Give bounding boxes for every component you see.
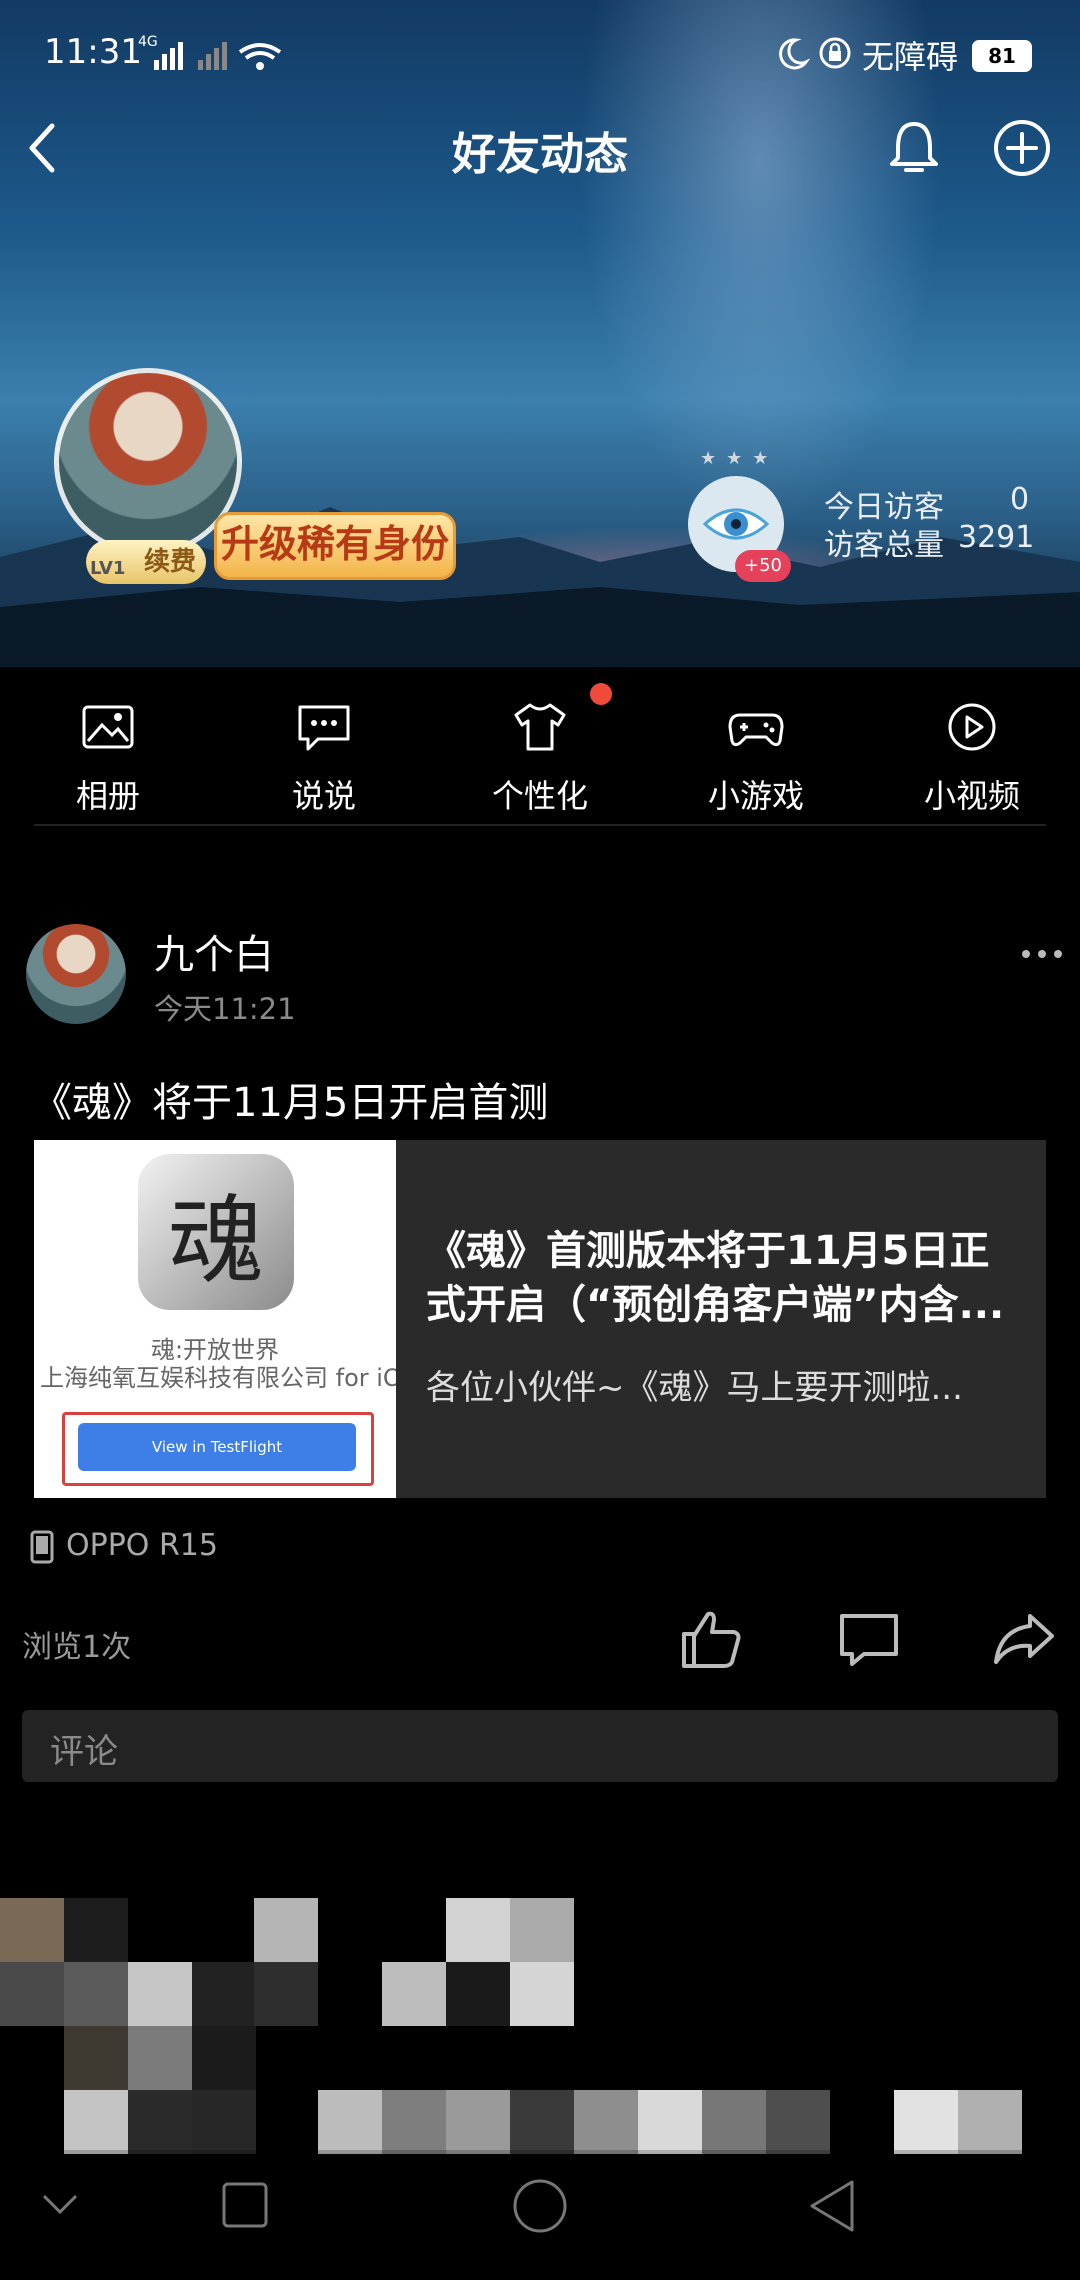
- moon-icon: [779, 38, 810, 70]
- total-visitors-label: 访客总量: [824, 528, 944, 563]
- tab-divider: [34, 824, 1046, 826]
- nav-recents-icon[interactable]: [220, 2180, 270, 2230]
- tab-shuoshuo[interactable]: 说说: [224, 667, 424, 827]
- shared-link-card[interactable]: 魂 魂:开放世界 上海纯氧互娱科技有限公司 for iO View in Tes…: [34, 1140, 1046, 1498]
- post-text: 《魂》将于11月5日开启首测: [32, 1080, 549, 1126]
- total-visitors-value: 3291: [958, 520, 1035, 555]
- tab-shuoshuo-label: 说说: [291, 777, 356, 815]
- gamepad-icon: [728, 713, 784, 747]
- comment-icon[interactable]: [834, 1604, 904, 1674]
- today-visitors-value: 0: [1010, 482, 1030, 517]
- tab-album[interactable]: 相册: [8, 667, 208, 827]
- upgrade-rare-identity-button[interactable]: 升级稀有身份: [214, 512, 456, 580]
- tshirt-icon: [514, 703, 566, 751]
- tab-minigames[interactable]: 小游戏: [656, 667, 856, 827]
- testflight-button: View in TestFlight: [78, 1423, 356, 1471]
- nav-back-icon[interactable]: [806, 2178, 858, 2234]
- feature-tab-bar: 相册 说说 个性化 小游戏 小视频: [0, 667, 1080, 827]
- eye-bonus-badge: +50: [735, 550, 791, 582]
- link-card-description: 各位小伙伴~《魂》马上要开测啦...: [426, 1368, 963, 1408]
- add-circle-icon[interactable]: [990, 116, 1054, 180]
- eye-icon: [702, 508, 770, 540]
- message-icon: [298, 705, 350, 751]
- album-icon: [82, 705, 134, 749]
- share-arrow-icon[interactable]: [990, 1604, 1060, 1674]
- post-timestamp: 今天11:21: [154, 992, 296, 1026]
- tab-videos[interactable]: 小视频: [872, 667, 1072, 827]
- link-card-title: 《魂》首测版本将于11月5日正式开启（“预创角客户端”内含...: [426, 1228, 1005, 1328]
- phone-icon: [30, 1530, 54, 1564]
- post-device: OPPO R15: [66, 1528, 218, 1563]
- more-options-icon[interactable]: [1020, 944, 1064, 964]
- tab-videos-label: 小视频: [923, 777, 1020, 815]
- nav-down-chevron-icon[interactable]: [40, 2190, 80, 2220]
- signal-wifi-icons: [154, 42, 282, 70]
- eye-stars-icon: ★★★: [700, 448, 779, 469]
- tab-personalize[interactable]: 个性化: [440, 667, 640, 827]
- tab-album-label: 相册: [75, 777, 140, 815]
- tab-minigames-label: 小游戏: [707, 777, 804, 815]
- view-count: 浏览1次: [22, 1630, 132, 1665]
- battery-indicator: 81: [972, 40, 1032, 72]
- app-company: 上海纯氧互娱科技有限公司 for iO: [40, 1364, 396, 1392]
- link-thumbnail: 魂 魂:开放世界 上海纯氧互娱科技有限公司 for iO View in Tes…: [34, 1140, 396, 1498]
- comment-placeholder: 评论: [50, 1732, 118, 1772]
- lock-rotation-icon: [819, 37, 851, 69]
- tab-personalize-badge: [590, 683, 612, 705]
- post-author-avatar[interactable]: [26, 924, 126, 1024]
- tab-personalize-label: 个性化: [491, 777, 588, 815]
- comment-input[interactable]: [22, 1710, 1058, 1782]
- post-author-name[interactable]: 九个白: [154, 922, 274, 980]
- play-icon: [948, 703, 996, 751]
- bell-icon[interactable]: [886, 118, 942, 178]
- nav-home-icon[interactable]: [510, 2176, 570, 2236]
- like-thumb-icon[interactable]: [676, 1604, 746, 1674]
- app-logo-glyph: 魂: [168, 1184, 264, 1297]
- status-time: 11:31: [44, 32, 142, 72]
- app-logo: 魂: [138, 1154, 294, 1310]
- level-badge: LV1: [90, 558, 126, 579]
- accessibility-label: 无障碍: [862, 38, 959, 76]
